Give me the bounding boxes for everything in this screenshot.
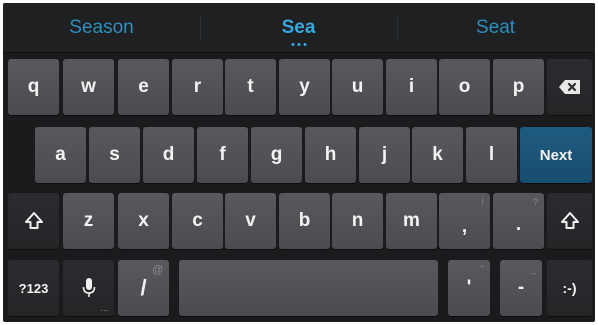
- key-q[interactable]: q: [8, 59, 59, 115]
- key-l[interactable]: l: [466, 127, 517, 183]
- key-w[interactable]: w: [63, 59, 114, 115]
- key-k[interactable]: k: [412, 127, 463, 183]
- shift-left-key[interactable]: [8, 193, 59, 249]
- key-e[interactable]: e: [118, 59, 169, 115]
- key-f[interactable]: f: [197, 127, 248, 183]
- key-s[interactable]: s: [89, 127, 140, 183]
- key-g[interactable]: g: [251, 127, 302, 183]
- shift-icon: [560, 211, 580, 231]
- key-i[interactable]: i: [386, 59, 437, 115]
- voice-input-key[interactable]: ...: [63, 260, 114, 316]
- suggestion-center-label: Sea: [281, 17, 316, 38]
- key-b[interactable]: b: [279, 193, 330, 249]
- key-slash[interactable]: / @: [118, 260, 169, 316]
- key-slash-label: /: [140, 275, 147, 300]
- key-v[interactable]: v: [225, 193, 276, 249]
- key-d[interactable]: d: [143, 127, 194, 183]
- key-j[interactable]: j: [359, 127, 410, 183]
- symbols-key[interactable]: ?123: [8, 260, 59, 316]
- suggestion-right[interactable]: Seat: [397, 3, 594, 53]
- suggestion-left-label: Season: [69, 17, 134, 38]
- key-a[interactable]: a: [35, 127, 86, 183]
- key-x[interactable]: x: [118, 193, 169, 249]
- next-key[interactable]: Next: [520, 127, 592, 183]
- key-comma-hint: !: [481, 197, 484, 207]
- key-r[interactable]: r: [172, 59, 223, 115]
- voice-input-hint: ...: [100, 303, 108, 313]
- microphone-icon: [82, 277, 96, 299]
- suggestion-strip: Season Sea Seat: [3, 3, 595, 53]
- shift-right-key[interactable]: [547, 193, 592, 249]
- key-y[interactable]: y: [279, 59, 330, 115]
- key-apostrophe-hint: ": [480, 264, 484, 274]
- key-m[interactable]: m: [386, 193, 437, 249]
- key-comma-label: ,: [461, 216, 468, 237]
- key-c[interactable]: c: [172, 193, 223, 249]
- spacebar-key[interactable]: [179, 260, 438, 316]
- key-h[interactable]: h: [305, 127, 356, 183]
- key-p[interactable]: p: [493, 59, 544, 115]
- key-o[interactable]: o: [439, 59, 490, 115]
- smiley-key[interactable]: :-): [547, 260, 592, 316]
- suggestion-right-label: Seat: [475, 17, 516, 38]
- soft-keyboard: Season Sea Seat q w e r t y u i o p a s …: [3, 3, 595, 322]
- backspace-icon: [558, 79, 582, 95]
- key-apostrophe-label: ': [466, 277, 472, 298]
- suggestion-center[interactable]: Sea: [200, 3, 397, 53]
- key-dash-hint: _: [530, 264, 536, 274]
- key-n[interactable]: n: [332, 193, 383, 249]
- key-period[interactable]: . ?: [493, 193, 544, 249]
- more-suggestions-indicator: [291, 43, 306, 46]
- key-dash-label: -: [517, 277, 525, 298]
- key-period-hint: ?: [532, 197, 538, 207]
- key-comma[interactable]: , !: [439, 193, 490, 249]
- key-u[interactable]: u: [332, 59, 383, 115]
- key-period-label: .: [515, 214, 522, 235]
- key-t[interactable]: t: [225, 59, 276, 115]
- key-apostrophe[interactable]: ' ": [448, 260, 490, 316]
- key-dash[interactable]: - _: [500, 260, 542, 316]
- suggestion-left[interactable]: Season: [3, 3, 200, 53]
- key-slash-hint: @: [151, 264, 163, 276]
- shift-icon: [24, 211, 44, 231]
- backspace-key[interactable]: [547, 59, 592, 115]
- key-z[interactable]: z: [63, 193, 114, 249]
